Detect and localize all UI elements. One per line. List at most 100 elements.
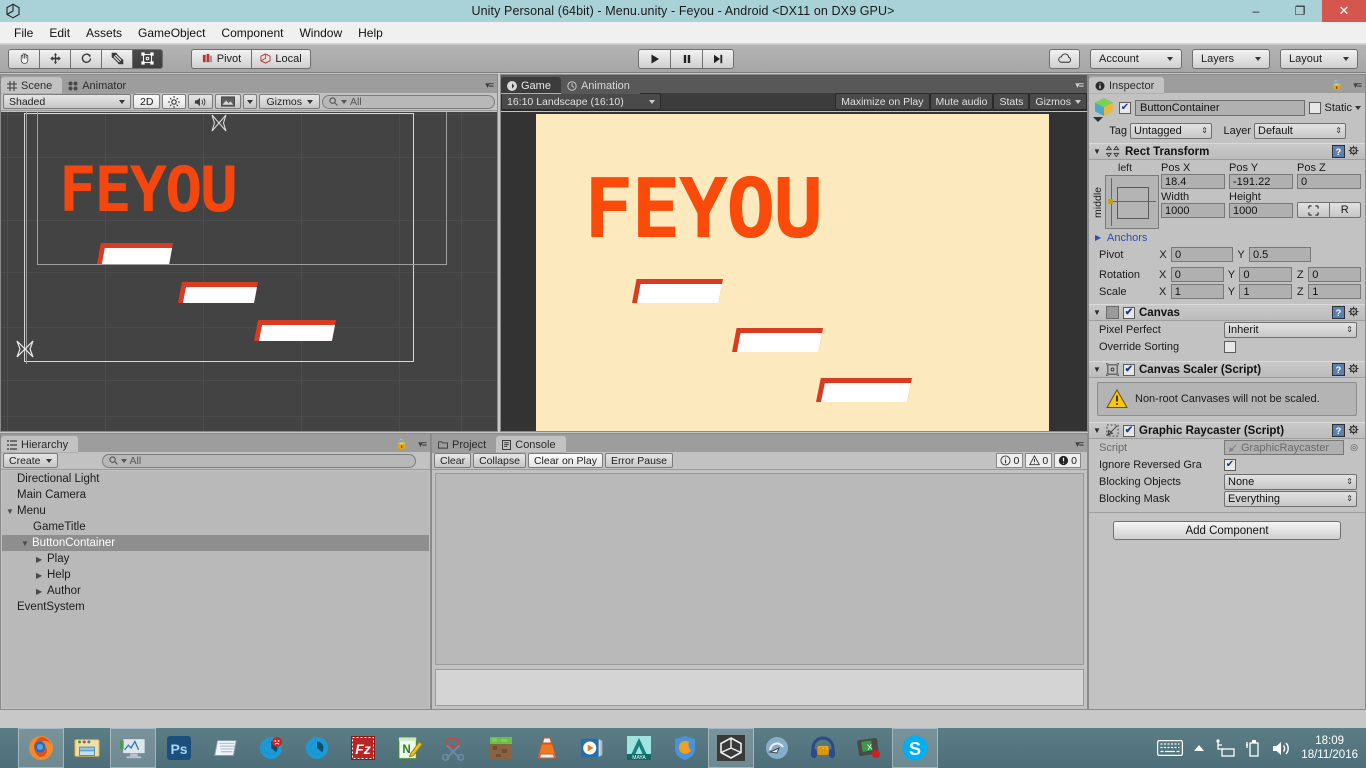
maximize-on-play-button[interactable]: Maximize on Play <box>835 93 930 110</box>
clear-on-play-button[interactable]: Clear on Play <box>527 453 603 468</box>
rotate-tool-button[interactable] <box>70 48 101 69</box>
menu-item-assets[interactable]: Assets <box>78 24 130 42</box>
taskbar-item-skype[interactable]: S <box>892 728 938 768</box>
step-button[interactable] <box>702 48 734 69</box>
clear-button[interactable]: Clear <box>434 453 472 468</box>
play-button[interactable] <box>638 48 670 69</box>
tab-project[interactable]: Project <box>432 436 497 453</box>
2d-toggle-button[interactable]: 2D <box>133 94 161 109</box>
game-viewport[interactable]: FEYOU PLAY Help Author <box>501 112 1087 431</box>
stats-button[interactable]: Stats <box>993 93 1030 110</box>
game-button-help[interactable]: Help <box>732 328 823 352</box>
tab-scene[interactable]: Scene <box>1 77 63 94</box>
foldout-icon[interactable]: ▼ <box>1093 147 1102 156</box>
override-sorting-checkbox[interactable] <box>1224 340 1236 353</box>
inspector-panel-menu-icon[interactable]: ▾≡ <box>1353 80 1362 91</box>
scale-y-input[interactable]: 1 <box>1239 284 1293 299</box>
scene-button-author[interactable]: Author <box>254 320 336 341</box>
pixel-perfect-dropdown[interactable]: Inherit ⇕ <box>1224 321 1357 338</box>
chevron-down-icon[interactable]: ▼ <box>6 507 17 516</box>
tag-dropdown[interactable]: Untagged ⇕ <box>1130 123 1212 139</box>
taskbar-item-task-manager[interactable] <box>110 728 156 768</box>
hierarchy-item-author[interactable]: ▶ Author <box>2 583 429 599</box>
chevron-right-icon[interactable]: ▶ <box>36 587 47 596</box>
taskbar-item-firefox[interactable] <box>18 728 64 768</box>
shading-mode-dropdown[interactable]: Shaded <box>3 94 131 109</box>
static-toggle[interactable]: Static <box>1309 102 1361 114</box>
game-button-author[interactable]: Author <box>816 378 912 402</box>
raw-edit-button[interactable]: R <box>1328 202 1361 218</box>
component-header-canvas-scaler[interactable]: ▼ ✔ Canvas Scaler (Script) ? <box>1089 361 1365 378</box>
raycaster-enabled-checkbox[interactable]: ✔ <box>1123 424 1135 437</box>
scene-lighting-button[interactable] <box>162 94 187 109</box>
taskbar-item-maya[interactable]: MAYA <box>616 728 662 768</box>
posx-input[interactable]: 18.4 <box>1161 174 1225 189</box>
blocking-objects-dropdown[interactable]: None ⇕ <box>1224 473 1357 490</box>
foldout-icon[interactable]: ▼ <box>1093 426 1102 435</box>
usb-icon[interactable] <box>1245 739 1261 757</box>
blueprint-mode-button[interactable] <box>1297 202 1329 218</box>
height-input[interactable]: 1000 <box>1229 203 1293 218</box>
volume-icon[interactable] <box>1271 740 1291 757</box>
collapse-button[interactable]: Collapse <box>473 453 526 468</box>
pivot-toggle-button[interactable]: Pivot <box>191 48 251 69</box>
move-tool-button[interactable] <box>39 48 70 69</box>
scene-effects-dropdown[interactable] <box>243 94 258 109</box>
error-count[interactable]: 0 <box>1054 453 1081 468</box>
lock-icon[interactable]: 🔒 <box>1331 80 1343 91</box>
keyboard-icon[interactable] <box>1157 740 1184 756</box>
scale-x-input[interactable]: 1 <box>1170 284 1224 299</box>
pivot-gizmo-icon[interactable] <box>13 337 37 361</box>
taskbar-item-photoshop[interactable]: Ps <box>156 728 202 768</box>
hierarchy-item-directional-light[interactable]: Directional Light <box>2 471 429 487</box>
chevron-up-icon[interactable] <box>1193 744 1205 752</box>
menu-item-help[interactable]: Help <box>350 24 391 42</box>
tab-console[interactable]: Console <box>496 436 566 453</box>
hierarchy-item-main-camera[interactable]: Main Camera <box>2 487 429 503</box>
layers-button[interactable]: Layers <box>1192 48 1270 69</box>
tab-animator[interactable]: Animator <box>62 77 137 94</box>
error-pause-button[interactable]: Error Pause <box>604 453 674 468</box>
pivot-x-input[interactable]: 0 <box>1171 247 1233 262</box>
tab-animation[interactable]: Animation <box>560 77 640 94</box>
scene-effects-button[interactable] <box>215 94 242 109</box>
account-button[interactable]: Account <box>1090 48 1182 69</box>
lock-icon[interactable]: 🔒 <box>396 439 408 450</box>
blocking-mask-dropdown[interactable]: Everything ⇕ <box>1224 490 1357 507</box>
taskbar-item-media-player[interactable] <box>570 728 616 768</box>
taskbar-item-notepadpp[interactable]: N <box>386 728 432 768</box>
local-toggle-button[interactable]: Local <box>251 48 311 69</box>
hierarchy-item-eventsystem[interactable]: EventSystem <box>2 599 429 615</box>
cloud-services-button[interactable] <box>1049 48 1080 69</box>
taskbar-item-filezilla[interactable]: Fz <box>340 728 386 768</box>
hierarchy-item-help[interactable]: ▶ Help <box>2 567 429 583</box>
taskbar-item-hotspot-shield[interactable] <box>662 728 708 768</box>
rotation-z-input[interactable]: 0 <box>1308 267 1361 282</box>
scene-audio-button[interactable] <box>188 94 214 109</box>
top-pivot-gizmo-icon[interactable] <box>207 112 231 134</box>
foldout-icon[interactable]: ▼ <box>1093 365 1102 374</box>
taskbar-item-file-explorer[interactable] <box>64 728 110 768</box>
scene-gizmos-dropdown[interactable]: Gizmos <box>259 94 321 109</box>
hierarchy-item-gametitle[interactable]: GameTitle <box>2 519 429 535</box>
add-component-button[interactable]: Add Component <box>1113 521 1341 540</box>
scene-button-play[interactable]: PLAY <box>97 243 173 264</box>
create-dropdown-button[interactable]: Create <box>3 453 58 468</box>
anchor-preset-button[interactable] <box>1104 175 1159 229</box>
game-button-play[interactable]: PLAY <box>632 279 723 303</box>
network-icon[interactable] <box>1215 739 1235 757</box>
taskbar-item-excel-tool[interactable]: X <box>846 728 892 768</box>
taskbar-clock[interactable]: 18:09 18/11/2016 <box>1301 734 1358 762</box>
chevron-down-icon[interactable]: ▼ <box>21 539 32 548</box>
rect-tool-button[interactable] <box>132 48 163 69</box>
object-name-input[interactable]: ButtonContainer <box>1135 100 1306 116</box>
scene-search-input[interactable]: All <box>322 94 495 109</box>
hierarchy-item-play[interactable]: ▶ Play <box>2 551 429 567</box>
aspect-ratio-dropdown[interactable]: 16:10 Landscape (16:10) <box>501 93 661 110</box>
hierarchy-panel-menu-icon[interactable]: ▾≡ <box>418 439 427 450</box>
mute-audio-button[interactable]: Mute audio <box>929 93 994 110</box>
taskbar-item-snipping-tool[interactable] <box>432 728 478 768</box>
object-picker-icon[interactable]: ◎ <box>1347 442 1361 453</box>
tab-inspector[interactable]: Inspector <box>1089 77 1165 94</box>
chevron-down-icon[interactable] <box>1355 106 1361 110</box>
